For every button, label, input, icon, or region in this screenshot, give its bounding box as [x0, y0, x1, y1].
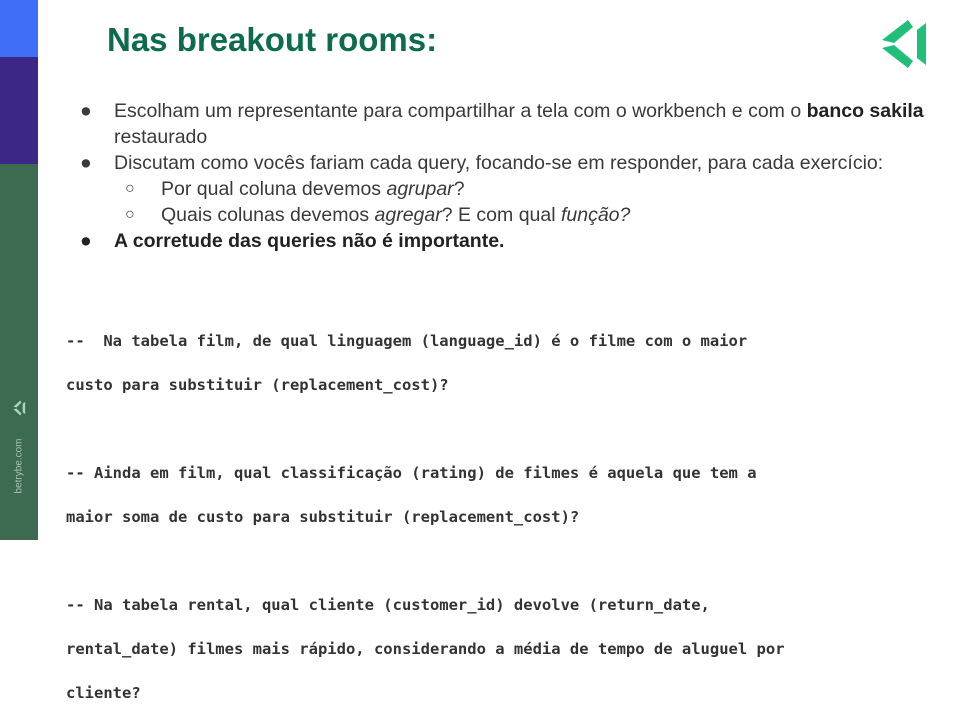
- code-line: maior soma de custo para substituir (rep…: [66, 508, 580, 526]
- code-line: -- Na tabela film, de qual linguagem (la…: [66, 332, 748, 350]
- code-line: -- Ainda em film, qual classificação (ra…: [66, 464, 757, 482]
- bullet-dot: ●: [80, 100, 92, 122]
- sub-bullet-item-group: ○ Por qual coluna devemos agrupar?: [125, 178, 465, 200]
- bullet-dot: ●: [80, 230, 92, 252]
- bullet-item-discuss: ● Discutam como vocês fariam cada query,…: [80, 152, 884, 174]
- bullet-list: ● Escolham um representante para compart…: [76, 98, 926, 254]
- trybe-logo-small-icon: [13, 400, 26, 416]
- italic-text: agregar: [374, 204, 442, 226]
- sidebar: betrybe.com: [0, 0, 38, 540]
- sidebar-blue-block: [0, 0, 38, 57]
- bullet-item-representative: ● Escolham um representante para compart…: [80, 100, 924, 148]
- sub-bullet-dot: ○: [125, 180, 135, 197]
- italic-text: função?: [560, 204, 631, 226]
- bold-text: banco sakila: [806, 100, 924, 122]
- website-url: betrybe.com: [13, 438, 25, 494]
- sidebar-purple-block: [0, 57, 38, 164]
- slide-title: Nas breakout rooms:: [107, 21, 438, 58]
- code-line: -- Na tabela rental, qual cliente (custo…: [66, 596, 710, 614]
- bullet-dot: ●: [80, 152, 92, 174]
- code-line: cliente?: [66, 684, 141, 702]
- trybe-logo-icon: [882, 20, 926, 68]
- bullet-item-correctness: ● A corretude das queries não é importan…: [80, 230, 505, 252]
- code-line: rental_date) filmes mais rápido, conside…: [66, 640, 785, 658]
- italic-text: agrupar: [386, 178, 454, 200]
- code-block: -- Na tabela film, de qual linguagem (la…: [66, 308, 946, 726]
- sub-bullet-item-aggregate: ○ Quais colunas devemos agregar? E com q…: [125, 204, 631, 226]
- code-line: custo para substituir (replacement_cost)…: [66, 376, 449, 394]
- sub-bullet-dot: ○: [125, 206, 135, 223]
